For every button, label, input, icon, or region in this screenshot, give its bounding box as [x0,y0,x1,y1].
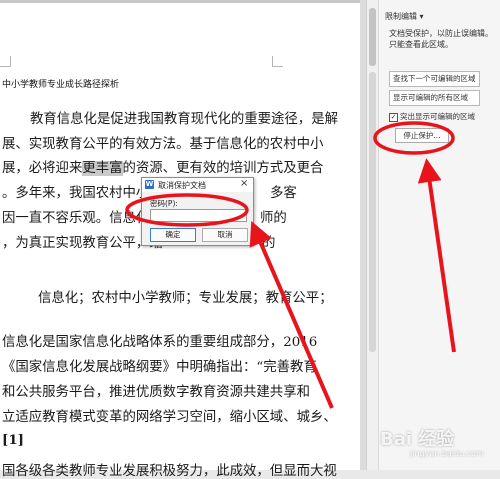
show-all-editable-regions-button[interactable]: 显示可编辑的所有区域 [389,90,480,106]
unprotect-document-dialog: W 取消保护文档 × 密码(P): 确定 取消 [141,177,254,246]
paragraph-line: 展、实现教育公平的有效方法。基于信息化的农村中小 [2,137,324,152]
page-corner-mark [272,56,283,67]
paragraph-line: 信息化是国家信息化战略体系的重要组成部分，2016 [2,335,318,350]
dialog-titlebar[interactable]: W 取消保护文档 × [142,178,253,192]
baidu-watermark-logo: Bai 经验 jingyan.baidu.com [380,429,484,458]
password-input[interactable] [150,209,247,222]
paragraph-fragment: 师的 [260,211,287,226]
paragraph-line: 和公共服务平台，推进优质数字教育资源共建共享和 [2,385,310,400]
restrict-editing-panel: 限制编辑 ▾ 文档受保护，以防止误编辑。只能查看此区域。 查找下一个可编辑的区域… [378,0,500,470]
ok-button[interactable]: 确定 [150,228,196,242]
page-top-edge [0,0,360,3]
paragraph-fragment: 的 [262,236,276,251]
paragraph-line: 因一直不容乐观。信息化将 [2,211,163,226]
scrollbar-thumb[interactable] [369,8,376,66]
paragraph-line: 教育信息化是促进我国教育现代化的重要途径，是解 [30,112,338,127]
cancel-button[interactable]: 取消 [202,228,248,242]
selected-text[interactable]: 更丰富 [82,161,123,176]
find-next-editable-region-button[interactable]: 查找下一个可编辑的区域 [389,71,480,87]
reference-marker: [1] [2,432,24,448]
close-icon[interactable]: × [240,178,248,189]
highlight-editable-regions-checkbox[interactable]: ✓ 突出显示可编辑的区域 [389,111,475,122]
dialog-title: 取消保护文档 [158,181,206,190]
word-app-icon: W [145,180,154,189]
page-corner-mark [0,56,11,67]
panel-title[interactable]: 限制编辑 ▾ [385,11,424,22]
checkbox-icon[interactable]: ✓ [389,112,398,122]
password-label: 密码(P): [150,199,178,208]
document-title: 中小学教师专业成长路径探析 [2,80,120,90]
paragraph-line: 《国家信息化发展战略纲要》中明确指出：“完善教育 [2,360,317,375]
paragraph-line: 。多年来，我国农村中小学 [2,186,163,201]
paragraph-line: 国各级各类教师专业发展积极努力，此成效，但显而大视 [2,464,337,479]
scrollbar-track-region[interactable] [369,72,376,352]
paragraph-line: 展，必将迎来更丰富的资源、更有效的培训方式及更合 [2,161,324,176]
paragraph-fragment: 多客 [270,186,297,201]
paragraph-line: ，为真正实现教育公平，缩 [2,236,163,251]
keywords-line: 信息化；农村中小学教师；专业发展；教育公平； [38,291,333,306]
panel-description: 文档受保护，以防止误编辑。只能查看此区域。 [389,29,493,49]
stop-protection-button[interactable]: 停止保护... [395,128,449,143]
paragraph-line: 立适应教育模式变革的网络学习空间，缩小区域、城乡、 [2,410,337,425]
